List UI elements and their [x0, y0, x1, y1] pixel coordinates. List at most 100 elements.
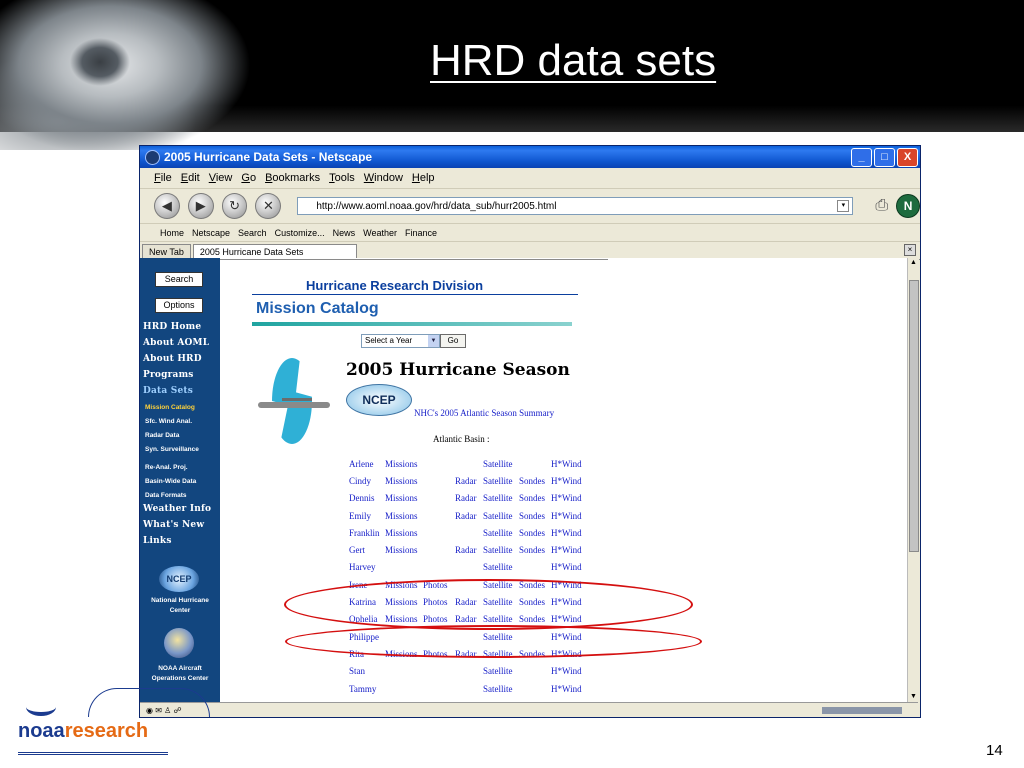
- maximize-button[interactable]: □: [874, 147, 895, 167]
- storm-hwind-cell[interactable]: H*Wind: [549, 490, 589, 507]
- storm-missions-cell[interactable]: Missions: [383, 524, 421, 541]
- storm-radar-cell[interactable]: Radar: [453, 541, 481, 558]
- netscape-logo-icon[interactable]: N: [896, 194, 921, 218]
- reload-icon[interactable]: ↻: [221, 193, 248, 219]
- tab-hurricane-data[interactable]: 2005 Hurricane Data Sets: [192, 244, 357, 259]
- toolbar-home[interactable]: Home: [160, 228, 184, 238]
- toolbar-netscape[interactable]: Netscape: [192, 228, 230, 238]
- menu-help[interactable]: Help: [412, 172, 435, 184]
- top-divider: [220, 259, 608, 260]
- scroll-thumb[interactable]: [909, 280, 919, 552]
- close-tab-icon[interactable]: ×: [904, 244, 916, 256]
- storm-satellite-cell[interactable]: Satellite: [481, 663, 517, 680]
- aoc-logo[interactable]: [164, 628, 194, 658]
- back-icon[interactable]: ◀: [154, 193, 180, 219]
- storm-missions-cell[interactable]: Missions: [383, 472, 421, 489]
- storm-sondes-cell[interactable]: Sondes: [517, 524, 549, 541]
- nav-hrd-home[interactable]: HRD Home: [143, 322, 201, 332]
- storm-sondes-cell[interactable]: Sondes: [517, 507, 549, 524]
- menu-window[interactable]: Window: [364, 172, 403, 184]
- menu-go[interactable]: Go: [241, 172, 256, 184]
- scroll-down-icon[interactable]: ▼: [908, 692, 919, 702]
- close-button[interactable]: X: [897, 147, 918, 167]
- toolbar-search[interactable]: Search: [238, 228, 267, 238]
- nav-links[interactable]: Links: [143, 536, 172, 546]
- storm-sondes-cell[interactable]: Sondes: [517, 541, 549, 558]
- storm-hwind-cell[interactable]: H*Wind: [549, 680, 589, 697]
- sub-sfc-wind[interactable]: Sfc. Wind Anal.: [145, 418, 192, 425]
- storm-sondes-cell[interactable]: Sondes: [517, 490, 549, 507]
- storm-hwind-cell[interactable]: H*Wind: [549, 524, 589, 541]
- storm-missions-cell[interactable]: Missions: [383, 541, 421, 558]
- storm-photos-cell: [421, 663, 453, 680]
- storm-missions-cell[interactable]: Missions: [383, 455, 421, 472]
- window-titlebar[interactable]: 2005 Hurricane Data Sets - Netscape _ □ …: [140, 146, 920, 168]
- toolbar-finance[interactable]: Finance: [405, 228, 437, 238]
- nav-about-aoml[interactable]: About AOML: [143, 338, 209, 348]
- nav-data-sets[interactable]: Data Sets: [143, 386, 193, 396]
- storm-satellite-cell[interactable]: Satellite: [481, 541, 517, 558]
- ncep-sidebar-logo[interactable]: NCEP: [159, 566, 199, 592]
- menu-bookmarks[interactable]: Bookmarks: [265, 172, 320, 184]
- options-button[interactable]: Options: [155, 298, 203, 313]
- storm-hwind-cell[interactable]: H*Wind: [549, 507, 589, 524]
- ncep-logo[interactable]: NCEP: [346, 384, 412, 416]
- nhc-caption[interactable]: National Hurricane Center: [142, 596, 218, 616]
- vertical-scrollbar[interactable]: ▲ ▼: [907, 258, 919, 702]
- sub-basin-wide[interactable]: Basin-Wide Data: [145, 478, 196, 485]
- url-dropdown-icon[interactable]: ▾: [837, 200, 850, 212]
- table-row: Stan Satellite H*Wind: [347, 663, 589, 680]
- menu-view[interactable]: View: [209, 172, 233, 184]
- tab-new[interactable]: New Tab: [142, 244, 191, 259]
- chevron-down-icon[interactable]: ▼: [428, 335, 439, 347]
- aoc-caption[interactable]: NOAA Aircraft Operations Center: [142, 664, 218, 684]
- sub-syn-surveillance[interactable]: Syn. Surveillance: [145, 446, 215, 453]
- menu-edit[interactable]: Edit: [181, 172, 200, 184]
- nav-weather-info[interactable]: Weather Info: [143, 504, 211, 514]
- storm-name-cell: Arlene: [349, 458, 374, 469]
- storm-radar-cell[interactable]: Radar: [453, 507, 481, 524]
- nav-about-hrd[interactable]: About HRD: [143, 354, 202, 364]
- nav-whats-new[interactable]: What's New: [143, 520, 204, 530]
- storm-radar-cell[interactable]: Radar: [453, 490, 481, 507]
- storm-satellite-cell[interactable]: Satellite: [481, 490, 517, 507]
- toolbar-customize[interactable]: Customize...: [275, 228, 325, 238]
- storm-radar-cell: [453, 680, 481, 697]
- nav-programs[interactable]: Programs: [143, 370, 194, 380]
- storm-hwind-cell[interactable]: H*Wind: [549, 472, 589, 489]
- storm-missions-cell[interactable]: Missions: [383, 507, 421, 524]
- storm-sondes-cell: [517, 559, 549, 576]
- storm-satellite-cell[interactable]: Satellite: [481, 680, 517, 697]
- storm-satellite-cell[interactable]: Satellite: [481, 455, 517, 472]
- toolbar-weather[interactable]: Weather: [363, 228, 397, 238]
- search-button[interactable]: Search: [155, 272, 203, 287]
- storm-satellite-cell[interactable]: Satellite: [481, 507, 517, 524]
- sub-reanal[interactable]: Re-Anal. Proj.: [145, 464, 188, 471]
- go-button[interactable]: Go: [440, 334, 466, 348]
- storm-hwind-cell[interactable]: H*Wind: [549, 541, 589, 558]
- sub-data-formats[interactable]: Data Formats: [145, 492, 187, 499]
- scroll-up-icon[interactable]: ▲: [908, 258, 919, 268]
- storm-radar-cell[interactable]: Radar: [453, 472, 481, 489]
- storm-hwind-cell[interactable]: H*Wind: [549, 455, 589, 472]
- storm-hwind-cell[interactable]: H*Wind: [549, 663, 589, 680]
- menu-file[interactable]: File: [154, 172, 172, 184]
- menu-tools[interactable]: Tools: [329, 172, 355, 184]
- storm-sondes-cell[interactable]: Sondes: [517, 472, 549, 489]
- toolbar-news[interactable]: News: [333, 228, 356, 238]
- print-icon[interactable]: ⎙: [875, 197, 888, 215]
- storm-missions-cell[interactable]: Missions: [383, 490, 421, 507]
- url-field[interactable]: http://www.aoml.noaa.gov/hrd/data_sub/hu…: [297, 197, 854, 215]
- sub-radar-data[interactable]: Radar Data: [145, 432, 179, 439]
- stop-icon[interactable]: ✕: [255, 193, 282, 219]
- sub-mission-catalog[interactable]: Mission Catalog: [145, 404, 195, 411]
- season-summary-link[interactable]: NHC's 2005 Atlantic Season Summary: [414, 408, 554, 418]
- year-select[interactable]: Select a Year ▼: [361, 334, 440, 348]
- storm-name-cell: Franklin: [349, 527, 380, 538]
- storm-satellite-cell[interactable]: Satellite: [481, 472, 517, 489]
- storm-satellite-cell[interactable]: Satellite: [481, 524, 517, 541]
- storm-hwind-cell[interactable]: H*Wind: [549, 559, 589, 576]
- forward-icon[interactable]: ▶: [187, 193, 214, 219]
- storm-satellite-cell[interactable]: Satellite: [481, 559, 517, 576]
- minimize-button[interactable]: _: [851, 147, 872, 167]
